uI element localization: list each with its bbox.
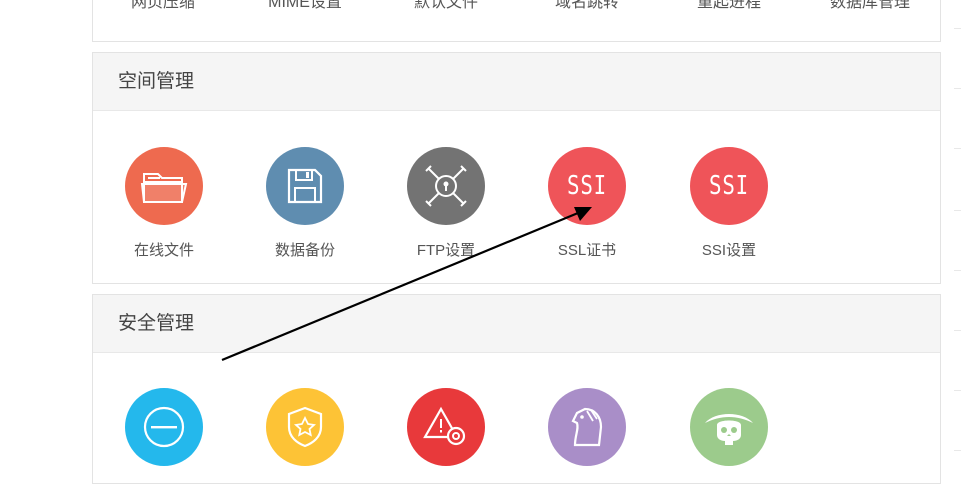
annotation-arrow — [221, 207, 592, 362]
